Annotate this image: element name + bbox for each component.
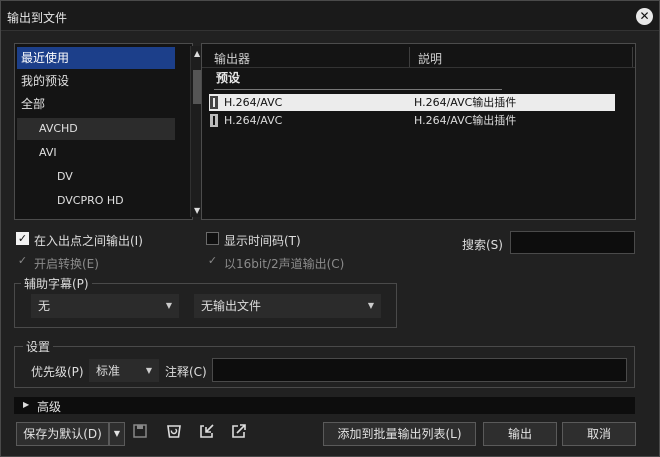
category-all[interactable]: 全部 <box>17 93 175 115</box>
column-divider <box>632 47 633 67</box>
dropdown-arrow-icon: ▼ <box>165 301 172 310</box>
comment-input[interactable] <box>212 358 627 382</box>
subtitle-file-value: 无输出文件 <box>201 299 262 313</box>
inout-label[interactable]: 在入出点之间输出(I) <box>34 232 143 249</box>
dropdown-arrow-icon: ▼ <box>113 429 121 438</box>
title-bar: 输出到文件 ✕ <box>1 1 659 31</box>
search-label: 搜索(S) <box>462 238 503 252</box>
column-header-description[interactable]: 説明 <box>418 50 442 67</box>
window-title: 输出到文件 <box>7 11 68 25</box>
close-icon[interactable]: ✕ <box>636 8 653 25</box>
film-icon <box>210 96 218 109</box>
preset-group-underline <box>214 89 502 90</box>
save-icon[interactable] <box>130 423 150 443</box>
subtitle-track-select[interactable]: 无 ▼ <box>31 294 179 318</box>
film-icon <box>210 114 218 127</box>
cancel-button[interactable]: 取消 <box>562 422 636 446</box>
timecode-checkbox[interactable] <box>206 232 219 245</box>
column-header-exporter[interactable]: 输出器 <box>214 50 250 67</box>
category-dvcpro-hd[interactable]: DVCPRO HD <box>17 190 175 212</box>
save-default-menu-button[interactable]: ▼ <box>109 422 125 446</box>
list-item[interactable]: H.264/AVC H.264/AVC输出插件 <box>209 94 615 111</box>
add-batch-button[interactable]: 添加到批量输出列表(L) <box>323 422 476 446</box>
export-button[interactable]: 输出 <box>483 422 557 446</box>
audio16-label[interactable]: 以16bit/2声道输出(C) <box>224 255 344 272</box>
list-item-exporter: H.264/AVC <box>224 96 283 109</box>
list-item[interactable]: H.264/AVC H.264/AVC输出插件 <box>209 112 615 129</box>
category-tree[interactable]: 最近使用 我的预设 全部 AVCHD AVI DV DVCPRO HD ▲ ▼ <box>14 43 205 220</box>
export-preset-icon[interactable] <box>229 423 249 443</box>
scroll-up-icon[interactable]: ▲ <box>194 49 200 58</box>
category-avchd[interactable]: AVCHD <box>17 118 175 140</box>
priority-value: 标准 <box>96 364 121 378</box>
header-separator <box>202 67 635 68</box>
scroll-down-icon[interactable]: ▼ <box>194 206 200 215</box>
column-divider <box>409 47 410 67</box>
import-preset-icon[interactable] <box>197 423 217 443</box>
category-avi[interactable]: AVI <box>17 142 175 164</box>
expand-arrow-icon: ▶ <box>23 400 30 409</box>
timecode-label[interactable]: 显示时间码(T) <box>224 232 301 249</box>
list-item-description: H.264/AVC输出插件 <box>414 96 517 109</box>
subtitle-track-value: 无 <box>38 299 51 313</box>
list-item-description: H.264/AVC输出插件 <box>414 114 517 127</box>
save-default-button[interactable]: 保存为默认(D) <box>16 422 109 446</box>
category-recent[interactable]: 最近使用 <box>17 47 175 69</box>
list-item-exporter: H.264/AVC <box>224 114 283 127</box>
preset-group-label: 预设 <box>216 71 241 85</box>
priority-label: 优先级(P) <box>31 365 84 379</box>
comment-label: 注释(C) <box>165 365 207 379</box>
advanced-label: 高级 <box>37 400 62 414</box>
inout-checkbox[interactable]: ✓ <box>16 232 29 245</box>
priority-select[interactable]: 标准 ▼ <box>89 359 159 382</box>
export-to-file-dialog: 输出到文件 ✕ 最近使用 我的预设 全部 AVCHD AVI DV DVCPRO… <box>0 0 660 457</box>
advanced-bar[interactable]: ▶ 高级 <box>14 397 635 414</box>
convert-label[interactable]: 开启转换(E) <box>34 255 99 272</box>
settings-group-label: 设置 <box>23 338 54 355</box>
category-dv[interactable]: DV <box>17 166 175 188</box>
delete-preset-icon[interactable] <box>164 423 184 443</box>
subtitle-file-select[interactable]: 无输出文件 ▼ <box>194 294 381 318</box>
subtitle-group-label: 辅助字幕(P) <box>21 275 92 292</box>
dropdown-arrow-icon: ▼ <box>367 301 374 310</box>
dropdown-arrow-icon: ▼ <box>145 366 152 375</box>
convert-checkbox[interactable]: ✓ <box>16 255 29 268</box>
category-my-presets[interactable]: 我的预设 <box>17 70 175 92</box>
exporter-list[interactable]: 输出器 説明 预设 H.264/AVC H.264/AVC输出插件 H.264/… <box>201 43 636 220</box>
audio16-checkbox[interactable]: ✓ <box>206 255 219 268</box>
search-input[interactable] <box>510 231 635 254</box>
